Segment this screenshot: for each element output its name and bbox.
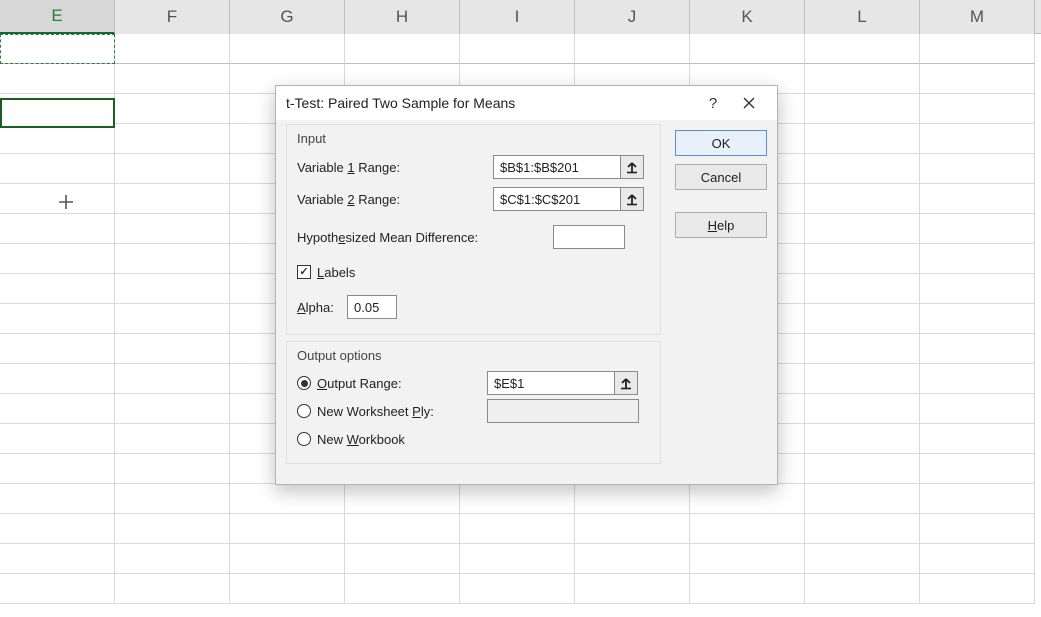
- output-range-input[interactable]: [487, 371, 615, 395]
- hypo-mean-diff-input[interactable]: [553, 225, 625, 249]
- dialog-titlebar[interactable]: t-Test: Paired Two Sample for Means ?: [276, 86, 777, 120]
- alpha-label: Alpha:: [297, 300, 347, 315]
- column-header-row: E F G H I J K L M: [0, 0, 1041, 34]
- close-icon[interactable]: [731, 89, 767, 117]
- ttest-dialog: t-Test: Paired Two Sample for Means ? In…: [275, 85, 778, 485]
- cancel-button[interactable]: Cancel: [675, 164, 767, 190]
- collapse-arrow-icon: [626, 192, 638, 206]
- column-header-L[interactable]: L: [805, 0, 920, 34]
- dialog-title: t-Test: Paired Two Sample for Means: [286, 95, 695, 111]
- var1-range-label: Variable 1 Range:: [297, 160, 493, 175]
- column-header-F[interactable]: F: [115, 0, 230, 34]
- var2-range-input[interactable]: [493, 187, 621, 211]
- column-header-label: G: [280, 7, 293, 27]
- input-group-title: Input: [297, 131, 650, 146]
- var2-range-picker-button[interactable]: [620, 187, 644, 211]
- collapse-arrow-icon: [620, 376, 632, 390]
- hypo-mean-diff-label: Hypothesized Mean Difference:: [297, 230, 553, 245]
- alpha-input[interactable]: [347, 295, 397, 319]
- column-header-label: I: [515, 7, 520, 27]
- column-header-K[interactable]: K: [690, 0, 805, 34]
- new-worksheet-ply-radio[interactable]: [297, 404, 311, 418]
- column-header-label: E: [51, 6, 62, 26]
- column-header-E[interactable]: E: [0, 0, 115, 34]
- new-workbook-radio[interactable]: [297, 432, 311, 446]
- output-range-picker-button[interactable]: [614, 371, 638, 395]
- column-header-J[interactable]: J: [575, 0, 690, 34]
- new-worksheet-ply-label: New Worksheet Ply:: [317, 404, 487, 419]
- radio-dot-icon: [301, 380, 308, 387]
- new-worksheet-ply-input[interactable]: [487, 399, 639, 423]
- cancel-button-label: Cancel: [701, 170, 741, 185]
- column-header-label: L: [857, 7, 866, 27]
- var1-range-picker-button[interactable]: [620, 155, 644, 179]
- ok-button[interactable]: OK: [675, 130, 767, 156]
- new-workbook-label: New Workbook: [317, 432, 513, 447]
- ok-button-label: OK: [712, 136, 731, 151]
- column-header-label: K: [741, 7, 752, 27]
- column-header-G[interactable]: G: [230, 0, 345, 34]
- help-button-label: Help: [708, 218, 735, 233]
- var1-range-input[interactable]: [493, 155, 621, 179]
- output-options-group: Output options Output Range:: [286, 341, 661, 464]
- help-button[interactable]: Help: [675, 212, 767, 238]
- column-header-label: F: [167, 7, 177, 27]
- dialog-body: Input Variable 1 Range:: [276, 120, 777, 484]
- column-header-H[interactable]: H: [345, 0, 460, 34]
- input-group: Input Variable 1 Range:: [286, 124, 661, 335]
- column-header-M[interactable]: M: [920, 0, 1035, 34]
- column-header-label: J: [628, 7, 637, 27]
- spreadsheet-app: E F G H I J K L M // rows generated belo…: [0, 0, 1041, 617]
- collapse-arrow-icon: [626, 160, 638, 174]
- labels-checkbox-label: Labels: [317, 265, 355, 280]
- output-range-label: Output Range:: [317, 376, 487, 391]
- column-header-label: M: [970, 7, 984, 27]
- output-range-radio[interactable]: [297, 376, 311, 390]
- column-header-I[interactable]: I: [460, 0, 575, 34]
- output-options-title: Output options: [297, 348, 650, 363]
- var2-range-label: Variable 2 Range:: [297, 192, 493, 207]
- checkmark-icon: ✓: [299, 267, 308, 278]
- labels-checkbox[interactable]: ✓: [297, 265, 311, 279]
- column-header-label: H: [396, 7, 408, 27]
- help-icon[interactable]: ?: [695, 89, 731, 117]
